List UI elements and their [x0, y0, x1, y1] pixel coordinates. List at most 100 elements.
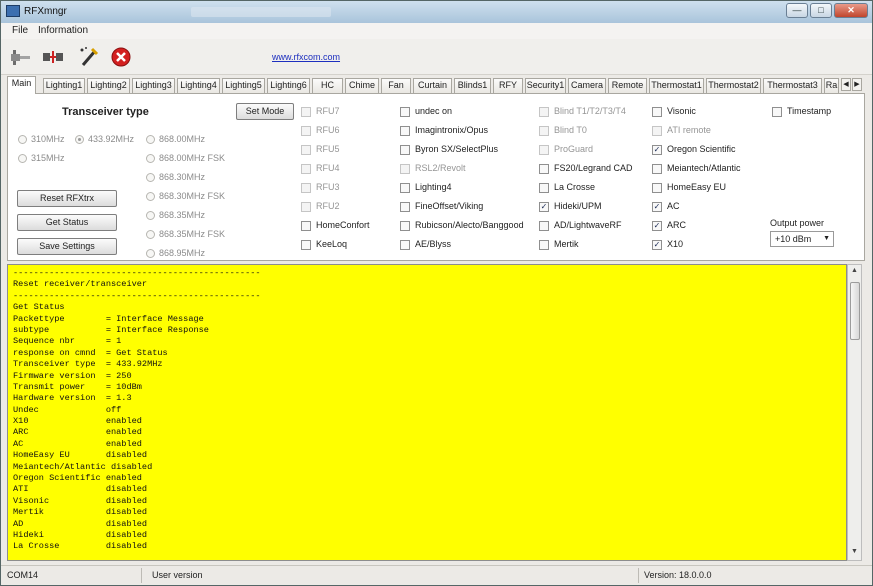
- protocol-checkbox[interactable]: [400, 202, 410, 212]
- timestamp-label: Timestamp: [787, 106, 832, 116]
- tab-camera[interactable]: Camera: [568, 78, 606, 93]
- protocol-checkbox[interactable]: ✓: [539, 202, 549, 212]
- radio-868-95[interactable]: [146, 249, 155, 258]
- protocol-checkbox[interactable]: ✓: [652, 240, 662, 250]
- radio-310mhz[interactable]: [18, 135, 27, 144]
- log-output[interactable]: ----------------------------------------…: [7, 264, 847, 561]
- protocol-checkbox[interactable]: [400, 107, 410, 117]
- scrollbar-thumb[interactable]: [850, 282, 860, 340]
- radio-433mhz[interactable]: [75, 135, 84, 144]
- tab-more[interactable]: Ra: [824, 78, 839, 93]
- timestamp-checkbox[interactable]: [772, 107, 782, 117]
- protocol-checkbox[interactable]: [301, 126, 311, 136]
- protocol-checkbox[interactable]: [301, 145, 311, 155]
- settings-wand-icon[interactable]: [77, 45, 101, 69]
- protocol-checkbox[interactable]: [539, 221, 549, 231]
- set-mode-button[interactable]: Set Mode: [236, 103, 294, 120]
- tab-thermostat2[interactable]: Thermostat2: [706, 78, 761, 93]
- tab-curtain[interactable]: Curtain: [413, 78, 452, 93]
- status-user: User version: [152, 570, 203, 580]
- log-line: ARC enabled: [13, 427, 142, 438]
- tab-thermostat3[interactable]: Thermostat3: [763, 78, 822, 93]
- tab-lighting3[interactable]: Lighting3: [132, 78, 175, 93]
- protocol-checkbox[interactable]: [400, 126, 410, 136]
- scroll-down-icon[interactable]: ▼: [851, 548, 858, 555]
- tab-lighting6[interactable]: Lighting6: [267, 78, 310, 93]
- tab-scroll-right-button[interactable]: ▶: [852, 78, 862, 91]
- radio-868-00-fsk[interactable]: [146, 154, 155, 163]
- radio-868-35-fsk[interactable]: [146, 230, 155, 239]
- radio-868-30-fsk[interactable]: [146, 192, 155, 201]
- protocol-checkbox[interactable]: [539, 240, 549, 250]
- protocol-checkbox[interactable]: ✓: [652, 221, 662, 231]
- protocol-label: AC: [667, 201, 680, 211]
- save-settings-button[interactable]: Save Settings: [17, 238, 117, 255]
- output-power-select[interactable]: +10 dBm ▼: [770, 231, 834, 247]
- radio-868-00[interactable]: [146, 135, 155, 144]
- protocol-label: KeeLoq: [316, 239, 348, 249]
- protocol-checkbox[interactable]: ✓: [652, 202, 662, 212]
- reset-rfxtrx-button[interactable]: Reset RFXtrx: [17, 190, 117, 207]
- tab-main[interactable]: Main: [7, 76, 36, 94]
- tab-rfy[interactable]: RFY: [493, 78, 523, 93]
- protocol-checkbox[interactable]: [301, 202, 311, 212]
- radio-868-35[interactable]: [146, 211, 155, 220]
- protocol-checkbox[interactable]: [652, 164, 662, 174]
- protocol-label: Rubicson/Alecto/Banggood: [415, 220, 524, 230]
- protocol-checkbox[interactable]: [400, 164, 410, 174]
- protocol-checkbox[interactable]: [539, 145, 549, 155]
- protocol-checkbox[interactable]: [539, 107, 549, 117]
- protocol-checkbox[interactable]: [301, 107, 311, 117]
- protocol-label: Mertik: [554, 239, 579, 249]
- protocol-checkbox[interactable]: [652, 126, 662, 136]
- menu-information[interactable]: Information: [38, 25, 88, 36]
- minimize-button[interactable]: —: [786, 3, 808, 18]
- protocol-checkbox[interactable]: [400, 240, 410, 250]
- protocol-label: ProGuard: [554, 144, 594, 154]
- plug-icon[interactable]: [9, 45, 33, 69]
- tab-lighting5[interactable]: Lighting5: [222, 78, 265, 93]
- tab-thermostat1[interactable]: Thermostat1: [649, 78, 704, 93]
- stop-icon[interactable]: [109, 45, 133, 69]
- disconnect-icon[interactable]: [41, 45, 65, 69]
- protocol-checkbox[interactable]: [652, 183, 662, 193]
- tab-scroll-left-button[interactable]: ◀: [841, 78, 851, 91]
- website-link[interactable]: www.rfxcom.com: [272, 52, 340, 62]
- radio-868-30-label: 868.30MHz: [159, 172, 206, 182]
- protocol-checkbox[interactable]: [301, 183, 311, 193]
- protocol-checkbox[interactable]: [400, 221, 410, 231]
- tab-hc[interactable]: HC: [312, 78, 343, 93]
- tab-lighting1[interactable]: Lighting1: [43, 78, 85, 93]
- protocol-label: Byron SX/SelectPlus: [415, 144, 499, 154]
- protocol-checkbox[interactable]: [301, 240, 311, 250]
- log-scrollbar[interactable]: ▲ ▼: [847, 264, 862, 561]
- protocol-checkbox[interactable]: [301, 164, 311, 174]
- tab-chime[interactable]: Chime: [345, 78, 379, 93]
- tab-remote[interactable]: Remote: [608, 78, 647, 93]
- protocol-checkbox[interactable]: [652, 107, 662, 117]
- scroll-up-icon[interactable]: ▲: [851, 267, 858, 274]
- menu-file[interactable]: File: [12, 25, 28, 36]
- protocol-checkbox[interactable]: [539, 164, 549, 174]
- protocol-checkbox[interactable]: [400, 183, 410, 193]
- protocol-checkbox[interactable]: [539, 126, 549, 136]
- protocol-label: Hideki/UPM: [554, 201, 602, 211]
- toolbar: www.rfxcom.com: [1, 39, 872, 75]
- menu-bar: File Information: [1, 23, 872, 39]
- tab-lighting4[interactable]: Lighting4: [177, 78, 220, 93]
- status-separator: [638, 568, 639, 583]
- tab-lighting2[interactable]: Lighting2: [87, 78, 130, 93]
- log-line: Hardware version = 1.3: [13, 393, 132, 404]
- maximize-button[interactable]: □: [810, 3, 832, 18]
- close-button[interactable]: ✕: [834, 3, 868, 18]
- protocol-checkbox[interactable]: [400, 145, 410, 155]
- radio-315mhz[interactable]: [18, 154, 27, 163]
- get-status-button[interactable]: Get Status: [17, 214, 117, 231]
- tab-blinds1[interactable]: Blinds1: [454, 78, 491, 93]
- protocol-checkbox[interactable]: [539, 183, 549, 193]
- tab-fan[interactable]: Fan: [381, 78, 411, 93]
- protocol-checkbox[interactable]: [301, 221, 311, 231]
- radio-868-30[interactable]: [146, 173, 155, 182]
- tab-security1[interactable]: Security1: [525, 78, 566, 93]
- protocol-checkbox[interactable]: ✓: [652, 145, 662, 155]
